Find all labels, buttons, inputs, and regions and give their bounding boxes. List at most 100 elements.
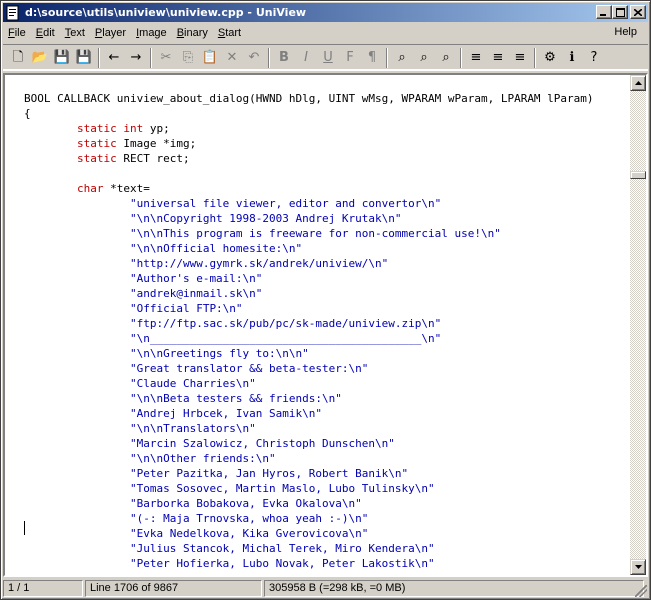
save-all-icon: 💾 xyxy=(75,50,93,65)
font-icon: F xyxy=(346,50,354,65)
menu-label-rest: dit xyxy=(43,26,55,39)
status-bar: 1 / 1 Line 1706 of 9867 305958 B (=298 k… xyxy=(3,579,648,598)
text-caret xyxy=(24,521,25,535)
menu-label-rest: ile xyxy=(14,26,26,39)
toolbar-separator xyxy=(268,47,270,68)
save-button[interactable]: 💾 xyxy=(51,47,73,69)
find-icon: ⌕ xyxy=(398,50,406,65)
toolbar-separator xyxy=(98,47,100,68)
format-icon: ¶ xyxy=(367,50,377,65)
new-file-button[interactable]: 🗋 xyxy=(7,47,29,69)
align-right-icon: ≡ xyxy=(514,50,526,65)
app-icon[interactable] xyxy=(5,5,21,21)
save-all-button[interactable]: 💾 xyxy=(73,47,95,69)
maximize-button[interactable] xyxy=(612,5,628,19)
undo-icon: ↶ xyxy=(248,50,260,65)
menu-label-rest: inary xyxy=(184,26,208,39)
vertical-scrollbar[interactable] xyxy=(630,75,646,575)
scroll-thumb[interactable] xyxy=(630,171,646,179)
scroll-down-button[interactable] xyxy=(630,559,646,575)
menu-label-rest: layer xyxy=(102,26,127,39)
bold-icon: B xyxy=(279,50,289,65)
menu-hotkey: F xyxy=(8,26,15,39)
maximize-icon xyxy=(615,7,625,17)
title-bar[interactable]: d:\source\utils\uniview\uniview.cpp - Un… xyxy=(3,3,648,22)
toolbar-separator xyxy=(460,47,462,68)
forward-arrow-button[interactable]: → xyxy=(125,47,147,69)
copy-button[interactable]: ⎘ xyxy=(177,47,199,69)
menu-start[interactable]: Start xyxy=(213,27,246,39)
menu-player[interactable]: Player xyxy=(90,27,131,39)
down-arrow-icon xyxy=(634,565,642,569)
menu-text[interactable]: Text xyxy=(60,27,90,39)
menu-image[interactable]: Image xyxy=(131,27,172,39)
italic-icon: I xyxy=(304,50,308,65)
font-button[interactable]: F xyxy=(339,47,361,69)
open-folder-icon: 📂 xyxy=(31,50,49,65)
align-left-button[interactable]: ≡ xyxy=(465,47,487,69)
toolbar-separator xyxy=(150,47,152,68)
find-next-icon: ⌕ xyxy=(420,50,428,65)
menu-bar: File Edit Text Player Image Binary Start Help xyxy=(3,23,648,42)
editor-content[interactable]: BOOL CALLBACK uniview_about_dialog(HWND … xyxy=(5,75,630,575)
replace-button[interactable]: ⌕ xyxy=(435,47,457,69)
menu-binary[interactable]: Binary xyxy=(172,27,213,39)
toolbar-separator xyxy=(534,47,536,68)
info-icon: ℹ xyxy=(569,50,575,65)
minimize-icon xyxy=(600,13,606,16)
up-arrow-icon xyxy=(634,81,642,85)
window-title: d:\source\utils\uniview\uniview.cpp - Un… xyxy=(25,6,307,19)
align-right-button[interactable]: ≡ xyxy=(509,47,531,69)
source-code[interactable]: BOOL CALLBACK uniview_about_dialog(HWND … xyxy=(24,91,594,571)
title-buttons xyxy=(596,5,646,19)
undo-button[interactable]: ↶ xyxy=(243,47,265,69)
italic-button[interactable]: I xyxy=(295,47,317,69)
info-button[interactable]: ℹ xyxy=(561,47,583,69)
menu-label-rest: mage xyxy=(139,26,167,39)
paste-icon: 📋 xyxy=(201,50,219,65)
find-next-button[interactable]: ⌕ xyxy=(413,47,435,69)
properties-icon: ⚙ xyxy=(544,50,556,65)
cut-button[interactable]: ✂ xyxy=(155,47,177,69)
status-page: 1 / 1 xyxy=(3,580,83,597)
menu-label-rest: tart xyxy=(225,26,242,39)
format-button[interactable]: ¶ xyxy=(361,47,383,69)
minimize-button[interactable] xyxy=(596,5,612,19)
scroll-up-button[interactable] xyxy=(630,75,646,91)
status-line: Line 1706 of 9867 xyxy=(85,580,262,597)
menu-file[interactable]: File xyxy=(3,27,31,39)
new-file-icon: 🗋 xyxy=(12,50,24,65)
bold-button[interactable]: B xyxy=(273,47,295,69)
properties-button[interactable]: ⚙ xyxy=(539,47,561,69)
align-center-icon: ≡ xyxy=(492,50,504,65)
delete-icon: ✕ xyxy=(226,50,238,65)
align-left-icon: ≡ xyxy=(470,50,482,65)
text-editor[interactable]: BOOL CALLBACK uniview_about_dialog(HWND … xyxy=(3,73,648,577)
paste-button[interactable]: 📋 xyxy=(199,47,221,69)
resize-grip[interactable] xyxy=(635,585,647,597)
underline-icon: U xyxy=(323,50,333,65)
menu-edit[interactable]: Edit xyxy=(31,27,60,39)
toolbar: 🗋 📂 💾 💾 ← → ✂ ⎘ 📋 ✕ ↶ B I U F ¶ ⌕ ⌕ ⌕ ≡ ≡ ≡ ⚙ ℹ? xyxy=(3,44,648,71)
toolbar-separator xyxy=(386,47,388,68)
replace-icon: ⌕ xyxy=(442,50,450,65)
forward-arrow-icon: → xyxy=(130,50,142,65)
menu-label-rest: ext xyxy=(70,26,85,39)
menu-hotkey: E xyxy=(35,26,44,39)
close-button[interactable] xyxy=(630,5,646,19)
menu-help[interactable]: Help xyxy=(609,26,642,38)
save-icon: 💾 xyxy=(53,50,71,65)
find-button[interactable]: ⌕ xyxy=(391,47,413,69)
underline-button[interactable]: U xyxy=(317,47,339,69)
status-size: 305958 B (=298 kB, =0 MB) xyxy=(264,580,644,597)
align-center-button[interactable]: ≡ xyxy=(487,47,509,69)
back-arrow-button[interactable]: ← xyxy=(103,47,125,69)
app-window: d:\source\utils\uniview\uniview.cpp - Un… xyxy=(0,0,651,600)
open-folder-button[interactable]: 📂 xyxy=(29,47,51,69)
close-icon xyxy=(634,8,642,16)
back-arrow-icon: ← xyxy=(108,50,120,65)
copy-icon: ⎘ xyxy=(182,50,194,65)
delete-button[interactable]: ✕ xyxy=(221,47,243,69)
help-icon: ? xyxy=(590,50,598,65)
help-button[interactable]: ? xyxy=(583,47,605,69)
